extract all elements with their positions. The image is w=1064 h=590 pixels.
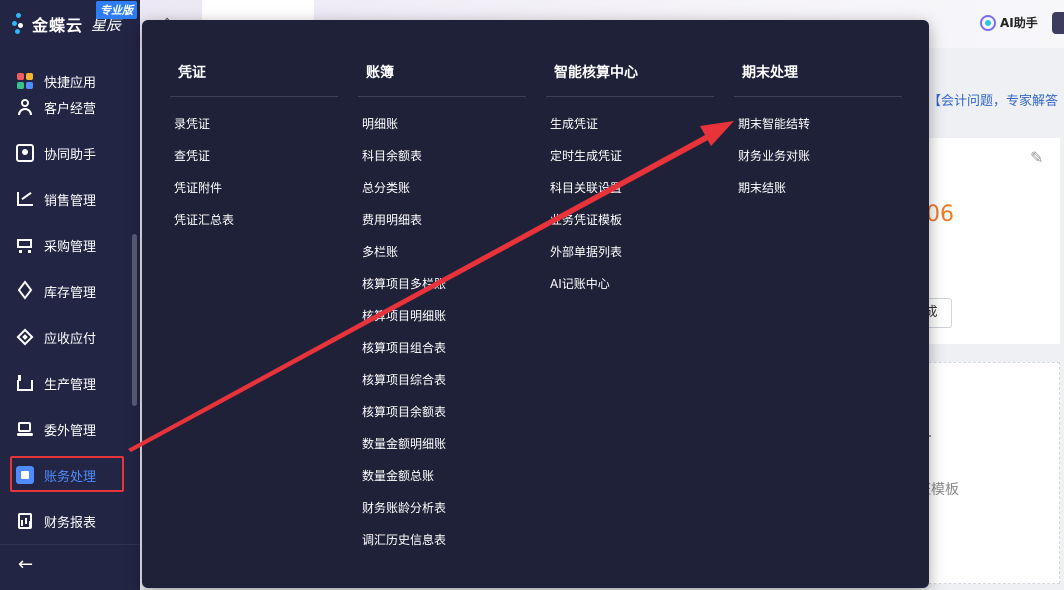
sidebar-item-label: 财务报表 (44, 515, 97, 531)
notice-banner[interactable]: 【会计问题，专家解答 (928, 90, 1058, 109)
sidebar-item-label: 快捷应用 (44, 75, 97, 91)
sidebar-item-outsourcing[interactable]: 委外管理 (0, 414, 132, 444)
menu-list: 明细账 科目余额表 总分类账 费用明细表 多栏账 核算项目多栏账 核算项目明细账… (362, 116, 446, 564)
trend-chart-icon (16, 190, 34, 208)
outsource-icon (16, 420, 34, 438)
sidebar-item-production[interactable]: 生产管理 (0, 368, 132, 398)
menu-item[interactable]: 核算项目组合表 (362, 340, 446, 372)
avatar[interactable] (1052, 12, 1064, 34)
sidebar-item-inventory[interactable]: 库存管理 (0, 276, 132, 306)
menu-item[interactable]: 凭证汇总表 (174, 212, 234, 244)
sidebar-scrollbar[interactable] (132, 234, 137, 406)
menu-item[interactable]: 核算项目余额表 (362, 404, 446, 436)
kingdee-logo-icon (12, 13, 28, 35)
menu-list: 生成凭证 定时生成凭证 科目关联设置 业务凭证模板 外部单据列表 AI记账中心 (550, 116, 622, 308)
menu-item[interactable]: 财务账龄分析表 (362, 500, 446, 532)
menu-column-title: 智能核算中心 (554, 65, 638, 81)
sidebar-item-label: 库存管理 (44, 285, 97, 301)
ai-assistant-icon (980, 14, 996, 31)
sidebar-item-label: 委外管理 (44, 423, 97, 439)
menu-item[interactable]: 生成凭证 (550, 116, 622, 148)
sidebar-item-purchase[interactable]: 采购管理 (0, 230, 132, 260)
cube-icon (16, 282, 34, 300)
menu-item[interactable]: 核算项目多栏账 (362, 276, 446, 308)
contact-card-icon (16, 144, 34, 162)
menu-item[interactable]: 财务业务对账 (738, 148, 810, 180)
sidebar-item-label: 采购管理 (44, 239, 97, 255)
menu-item[interactable]: 凭证附件 (174, 180, 234, 212)
menu-item[interactable]: 查凭证 (174, 148, 234, 180)
edition-badge: 专业版 (96, 1, 137, 19)
menu-list: 录凭证 查凭证 凭证附件 凭证汇总表 (174, 116, 234, 244)
sidebar-item-customer[interactable]: 客户经营 (0, 92, 132, 122)
menu-item[interactable]: 费用明细表 (362, 212, 446, 244)
sidebar-item-label: 协同助手 (44, 147, 97, 163)
sidebar-item-label: 生产管理 (44, 377, 97, 393)
sidebar: 金蝶云 星辰 专业版 快捷应用 客户经营 协同助手 销售管理 采购管理 库存管理… (0, 0, 140, 590)
menu-item[interactable]: 录凭证 (174, 116, 234, 148)
menu-item[interactable]: 总分类账 (362, 180, 446, 212)
divider (734, 96, 902, 97)
diamond-icon (16, 328, 34, 346)
menu-item[interactable]: 调汇历史信息表 (362, 532, 446, 564)
menu-column-title: 凭证 (178, 65, 206, 81)
menu-column-title: 账簿 (366, 65, 394, 81)
menu-item[interactable]: 科目关联设置 (550, 180, 622, 212)
menu-item[interactable]: AI记账中心 (550, 276, 622, 308)
person-icon (16, 98, 34, 116)
factory-icon (16, 374, 34, 392)
menu-item[interactable]: 多栏账 (362, 244, 446, 276)
divider (170, 96, 338, 97)
menu-list: 期末智能结转 财务业务对账 期末结账 (738, 116, 810, 212)
menu-item[interactable]: 定时生成凭证 (550, 148, 622, 180)
brand-name: 金蝶云 (32, 16, 84, 35)
card-number: 06 (926, 202, 954, 227)
divider (358, 96, 526, 97)
menu-item[interactable]: 核算项目综合表 (362, 372, 446, 404)
menu-item-period-end-transfer[interactable]: 期末智能结转 (738, 116, 810, 148)
accounting-mega-menu: 凭证 录凭证 查凭证 凭证附件 凭证汇总表 账簿 明细账 科目余额表 总分类账 … (142, 20, 929, 588)
menu-item[interactable]: 期末结账 (738, 180, 810, 212)
menu-item[interactable]: 数量金额总账 (362, 468, 446, 500)
grid-apps-icon (16, 72, 34, 90)
menu-item[interactable]: 科目余额表 (362, 148, 446, 180)
sidebar-item-collaboration[interactable]: 协同助手 (0, 138, 132, 168)
sidebar-divider (0, 544, 140, 545)
menu-item[interactable]: 明细账 (362, 116, 446, 148)
collapse-arrow-icon[interactable]: ← (18, 554, 33, 575)
menu-item[interactable]: 外部单据列表 (550, 244, 622, 276)
report-icon (16, 512, 34, 530)
menu-item[interactable]: 数量金额明细账 (362, 436, 446, 468)
sidebar-item-label: 应收应付 (44, 331, 97, 347)
ai-assistant-button[interactable]: AI助手 (980, 14, 1038, 31)
highlight-annotation-box (10, 456, 124, 492)
open-tab[interactable] (202, 0, 314, 22)
edit-icon[interactable]: ✎ (1030, 148, 1043, 167)
ai-assistant-label: AI助手 (1000, 16, 1038, 30)
cart-icon (16, 236, 34, 254)
sidebar-item-sales[interactable]: 销售管理 (0, 184, 132, 214)
sidebar-item-label: 客户经营 (44, 101, 97, 117)
menu-item[interactable]: 核算项目明细账 (362, 308, 446, 340)
menu-column-title: 期末处理 (742, 65, 798, 81)
divider (546, 96, 714, 97)
menu-item[interactable]: 业务凭证模板 (550, 212, 622, 244)
sidebar-item-receivables[interactable]: 应收应付 (0, 322, 132, 352)
sidebar-item-financial-reports[interactable]: 财务报表 (0, 506, 132, 536)
sidebar-item-label: 销售管理 (44, 193, 97, 209)
